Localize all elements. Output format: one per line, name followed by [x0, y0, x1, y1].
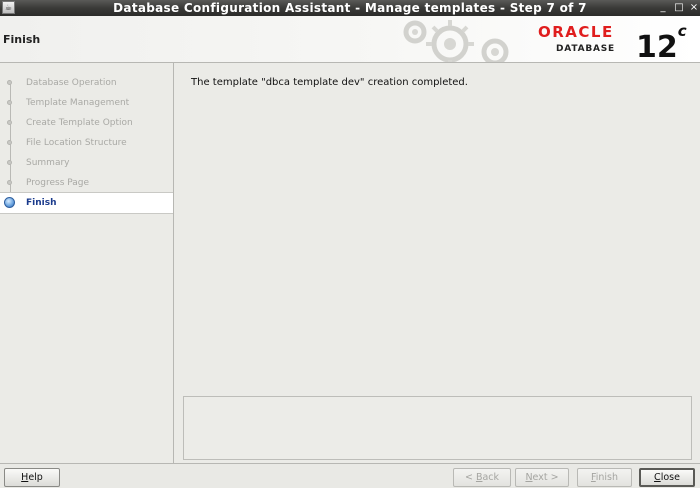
- maximize-icon[interactable]: □: [671, 0, 687, 16]
- next-button[interactable]: Next >: [515, 468, 569, 487]
- step-create-template-option: Create Template Option: [0, 113, 173, 133]
- close-window-icon[interactable]: ×: [686, 0, 700, 16]
- step-bullet-icon: [7, 180, 12, 185]
- close-button[interactable]: Close: [639, 468, 695, 487]
- oracle-logo: ORACLE DATABASE: [538, 24, 615, 54]
- page-title: Finish: [3, 33, 41, 46]
- header-banner: Finish ORACLE DATABASE 12c: [0, 16, 700, 65]
- step-label: Database Operation: [26, 78, 117, 88]
- step-bullet-icon: [7, 100, 12, 105]
- step-template-management: Template Management: [0, 93, 173, 113]
- step-label: Template Management: [26, 98, 130, 108]
- step-bullet-icon: [7, 160, 12, 165]
- active-step-icon: [4, 197, 15, 208]
- details-pane: [183, 396, 692, 460]
- gears-decoration-icon: [403, 20, 509, 62]
- step-bullet-icon: [7, 120, 12, 125]
- version-logo: 12c: [636, 22, 687, 65]
- steps-panel: Database Operation Template Management C…: [0, 63, 174, 463]
- title-bar: ☕ Database Configuration Assistant - Man…: [0, 0, 700, 16]
- step-label: Create Template Option: [26, 118, 133, 128]
- step-database-operation: Database Operation: [0, 73, 173, 93]
- minimize-icon[interactable]: _: [655, 0, 671, 16]
- back-button[interactable]: < Back: [453, 468, 511, 487]
- version-number: 12: [636, 30, 678, 65]
- step-label: Finish: [26, 198, 57, 208]
- finish-button[interactable]: Finish: [577, 468, 632, 487]
- step-file-location-structure: File Location Structure: [0, 133, 173, 153]
- window-title: Database Configuration Assistant - Manag…: [113, 1, 587, 15]
- help-button[interactable]: Help: [4, 468, 60, 487]
- completion-message: The template "dbca template dev" creatio…: [191, 77, 468, 88]
- step-finish[interactable]: Finish: [0, 192, 173, 214]
- step-progress-page: Progress Page: [0, 173, 173, 193]
- oracle-brand: ORACLE: [538, 23, 614, 41]
- button-bar: Help < Back Next > Finish Close: [0, 463, 700, 488]
- main-content: The template "dbca template dev" creatio…: [174, 63, 700, 463]
- step-bullet-icon: [7, 140, 12, 145]
- oracle-product: DATABASE: [556, 44, 615, 54]
- step-label: File Location Structure: [26, 138, 127, 148]
- step-label: Summary: [26, 158, 70, 168]
- step-summary: Summary: [0, 153, 173, 173]
- version-suffix: c: [677, 22, 687, 40]
- step-bullet-icon: [7, 80, 12, 85]
- step-label: Progress Page: [26, 178, 90, 188]
